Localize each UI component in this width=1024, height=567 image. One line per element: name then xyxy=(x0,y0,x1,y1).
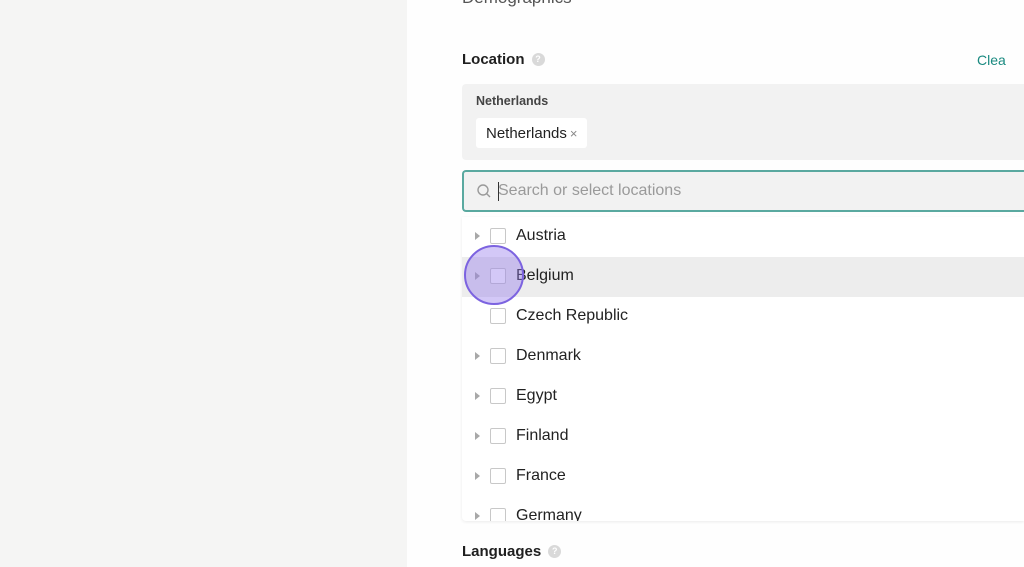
left-pane xyxy=(0,0,407,567)
location-option-czech-republic[interactable]: Czech Republic xyxy=(462,297,1024,337)
option-label: Denmark xyxy=(516,347,581,364)
expand-arrow-icon[interactable] xyxy=(475,392,480,400)
location-search-box[interactable] xyxy=(462,170,1024,212)
location-option-germany[interactable]: Germany xyxy=(462,497,1024,521)
location-option-belgium[interactable]: Belgium xyxy=(462,257,1024,297)
section-title: Demographics xyxy=(462,0,572,8)
languages-label-text: Languages xyxy=(462,543,542,560)
text-caret xyxy=(498,182,499,201)
checkbox[interactable] xyxy=(490,468,506,484)
info-icon[interactable]: ? xyxy=(531,53,545,66)
expand-arrow-icon[interactable] xyxy=(475,472,480,480)
checkbox[interactable] xyxy=(490,388,506,404)
checkbox[interactable] xyxy=(490,508,506,521)
checkbox[interactable] xyxy=(490,348,506,364)
location-label: Location ? xyxy=(462,51,545,68)
option-label: France xyxy=(516,467,566,484)
option-label: Austria xyxy=(516,227,566,244)
expand-arrow-icon[interactable] xyxy=(475,512,480,520)
location-label-text: Location xyxy=(462,51,525,68)
expand-arrow-icon[interactable] xyxy=(475,352,480,360)
checkbox[interactable] xyxy=(490,428,506,444)
location-option-egypt[interactable]: Egypt xyxy=(462,377,1024,417)
chip-label: Netherlands xyxy=(486,124,567,142)
languages-label: Languages ? xyxy=(462,543,562,560)
option-label: Finland xyxy=(516,427,569,444)
expand-arrow-icon[interactable] xyxy=(475,232,480,240)
cursor-highlight xyxy=(464,245,524,305)
selected-group-label: Netherlands xyxy=(476,94,549,108)
location-option-finland[interactable]: Finland xyxy=(462,417,1024,457)
option-label: Germany xyxy=(516,507,582,521)
checkbox[interactable] xyxy=(490,228,506,244)
selected-locations-box: Netherlands Netherlands × xyxy=(462,84,1024,160)
info-icon[interactable]: ? xyxy=(548,545,562,558)
location-search-input[interactable] xyxy=(496,181,1000,201)
location-chip[interactable]: Netherlands × xyxy=(476,118,588,148)
option-label: Czech Republic xyxy=(516,307,629,324)
search-icon xyxy=(477,184,491,198)
location-dropdown: Austria Belgium Czech Republic Denmark E… xyxy=(462,217,1024,521)
chip-remove-icon[interactable]: × xyxy=(570,126,578,141)
location-option-france[interactable]: France xyxy=(462,457,1024,497)
clear-link[interactable]: Clea xyxy=(977,52,1006,68)
option-label: Egypt xyxy=(516,387,557,404)
checkbox[interactable] xyxy=(490,308,506,324)
location-option-denmark[interactable]: Denmark xyxy=(462,337,1024,377)
option-label: Belgium xyxy=(516,267,574,284)
expand-arrow-icon[interactable] xyxy=(475,432,480,440)
location-option-austria[interactable]: Austria xyxy=(462,217,1024,257)
